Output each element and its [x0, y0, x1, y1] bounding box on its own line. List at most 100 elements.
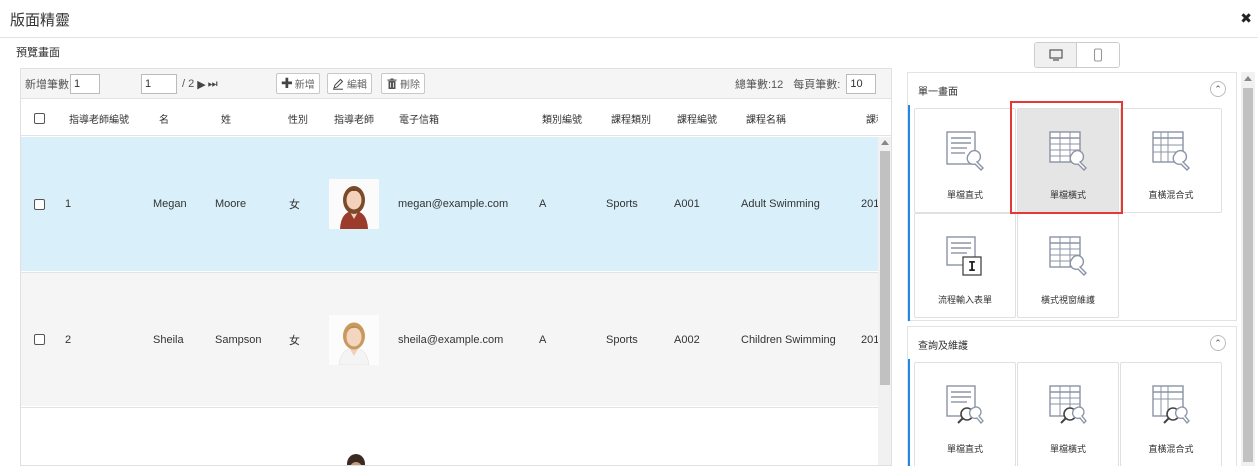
- template-label: 單檔橫式: [1049, 444, 1086, 454]
- page-total: / 2: [182, 78, 195, 90]
- section-title: 查詢及維護: [918, 341, 968, 352]
- row-checkbox[interactable]: [34, 198, 45, 210]
- selected-template-highlight: [1010, 101, 1123, 214]
- svg-text:I: I: [968, 260, 976, 275]
- template-query-mixed[interactable]: 直橫混合式: [1120, 362, 1222, 466]
- new-count-input[interactable]: [70, 74, 100, 94]
- teacher-photo: [329, 179, 379, 229]
- column-header[interactable]: 姓: [221, 100, 231, 136]
- cell-category: Sports: [606, 333, 638, 346]
- template-label: 橫式視窗維護: [1040, 295, 1095, 305]
- cell-category-id: A: [539, 198, 547, 210]
- template-label: 單檔直式: [946, 444, 983, 454]
- column-header[interactable]: 類別編號: [542, 100, 582, 136]
- template-panel-scrollbar[interactable]: [1241, 72, 1255, 466]
- cell-last-name: Sampson: [215, 333, 262, 346]
- template-label: 流程輸入表單: [937, 295, 992, 305]
- per-page-input[interactable]: [846, 74, 877, 94]
- pencil-icon: [333, 78, 344, 90]
- cell-first-name: Megan: [153, 198, 187, 210]
- cell-start: 201: [861, 198, 878, 210]
- new-count-label: 新增筆數: [25, 79, 69, 91]
- page-number-input[interactable]: [141, 74, 177, 94]
- mobile-view-button[interactable]: [1077, 43, 1119, 67]
- template-flow-input-form[interactable]: I 流程輸入表單: [914, 213, 1016, 318]
- desktop-view-button[interactable]: [1035, 43, 1077, 67]
- cell-start: 201: [861, 333, 878, 346]
- template-label: 直橫混合式: [1148, 190, 1194, 200]
- table-row[interactable]: 2 Sheila Sampson 女 sheila@example.com A …: [21, 272, 878, 406]
- scroll-up-icon[interactable]: [1244, 76, 1252, 81]
- grid-toolbar: 新增筆數 / 2 ▶ ⏭ ✚ 新增 編輯: [21, 69, 891, 99]
- column-header[interactable]: 名: [159, 100, 169, 136]
- column-header[interactable]: 課程編號: [677, 100, 717, 136]
- template-mixed-layout[interactable]: 直橫混合式: [1120, 108, 1222, 213]
- device-toggle: [1034, 42, 1120, 68]
- plus-icon: ✚: [281, 75, 293, 91]
- column-header[interactable]: 課程類別: [611, 100, 651, 136]
- cell-course-id: A001: [674, 198, 700, 210]
- query-mixed-icon: [1152, 385, 1190, 424]
- cell-course-id: A002: [674, 333, 700, 346]
- next-page-icon[interactable]: ▶: [197, 78, 205, 91]
- last-page-icon[interactable]: ⏭: [208, 78, 218, 91]
- section-query-maintenance: 查詢及維護 ⌃ 單檔直式 單檔橫式 直橫混合式: [907, 326, 1237, 466]
- flow-input-form-icon: I: [946, 236, 982, 276]
- dialog-title: 版面精靈: [10, 12, 71, 29]
- scroll-up-icon[interactable]: [881, 140, 889, 145]
- edit-button[interactable]: 編輯: [327, 73, 372, 94]
- cell-email: megan@example.com: [398, 198, 509, 210]
- scroll-thumb[interactable]: [880, 151, 890, 385]
- cell-last-name: Moore: [215, 198, 247, 210]
- cell-id: 2: [65, 333, 72, 346]
- desktop-icon: [1048, 49, 1063, 61]
- column-header[interactable]: 電子信箱: [399, 100, 439, 136]
- horizontal-window-icon: [1049, 236, 1087, 276]
- cell-id: 1: [65, 198, 72, 210]
- cell-course-name: Adult Swimming: [741, 198, 820, 210]
- teacher-photo: [341, 452, 371, 465]
- cell-category: Sports: [606, 198, 638, 210]
- table-row[interactable]: 1 Megan Moore 女 megan@example.com A Spor…: [21, 137, 878, 271]
- section-title: 單一畫面: [918, 87, 958, 98]
- grid-preview: 新增筆數 / 2 ▶ ⏭ ✚ 新增 編輯: [20, 68, 892, 466]
- grid-scrollbar[interactable]: [878, 137, 891, 465]
- collapse-icon[interactable]: ⌃: [1210, 335, 1226, 351]
- preview-label: 預覽畫面: [16, 47, 60, 59]
- column-header[interactable]: 指導老師編號: [69, 100, 129, 136]
- single-vertical-icon: [946, 131, 984, 171]
- template-horizontal-window[interactable]: 橫式視窗維護: [1017, 213, 1119, 318]
- select-all-checkbox[interactable]: [34, 112, 45, 124]
- query-horizontal-icon: [1049, 385, 1087, 424]
- template-single-vertical[interactable]: 單檔直式: [914, 108, 1016, 213]
- template-label: 直橫混合式: [1148, 444, 1194, 454]
- trash-icon: [387, 78, 397, 89]
- query-vertical-icon: [946, 385, 984, 424]
- collapse-icon[interactable]: ⌃: [1210, 81, 1226, 97]
- cell-gender: 女: [289, 334, 300, 347]
- teacher-photo: [329, 314, 379, 365]
- template-query-horizontal[interactable]: 單檔橫式: [1017, 362, 1119, 466]
- scroll-thumb[interactable]: [1243, 88, 1253, 462]
- mixed-layout-icon: [1152, 131, 1190, 171]
- table-row[interactable]: [21, 407, 878, 465]
- column-header[interactable]: 課程起: [866, 100, 878, 136]
- delete-button-label: 刪除: [400, 80, 420, 91]
- mobile-icon: [1093, 48, 1103, 62]
- cell-category-id: A: [539, 333, 547, 346]
- template-query-vertical[interactable]: 單檔直式: [914, 362, 1016, 466]
- row-checkbox[interactable]: [34, 334, 45, 345]
- dialog-titlebar: 版面精靈 ✖: [0, 0, 1258, 38]
- total-count: 總筆數:12: [735, 79, 784, 91]
- cell-first-name: Sheila: [153, 333, 184, 346]
- grid-header: 指導老師編號 名 姓 性別 指導老師 電子信箱 類別編號 課程類別 課程編號 課…: [21, 100, 891, 136]
- delete-button[interactable]: 刪除: [381, 73, 425, 94]
- add-button[interactable]: ✚ 新增: [276, 73, 320, 94]
- close-icon[interactable]: ✖: [1240, 10, 1252, 27]
- column-header[interactable]: 性別: [288, 100, 308, 136]
- template-label: 單檔直式: [946, 190, 983, 200]
- add-button-label: 新增: [294, 80, 315, 91]
- column-header[interactable]: 指導老師: [334, 100, 374, 136]
- column-header[interactable]: 課程名稱: [746, 100, 786, 136]
- cell-gender: 女: [289, 199, 300, 211]
